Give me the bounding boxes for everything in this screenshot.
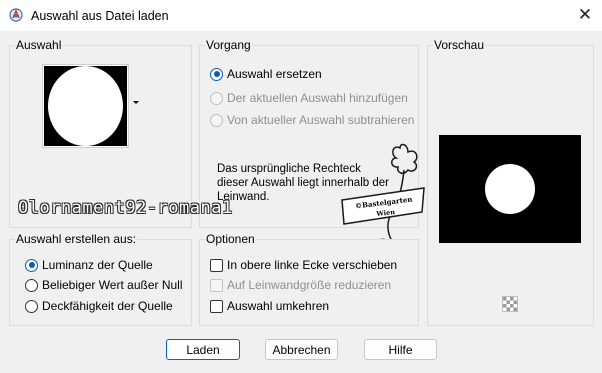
radio-label: Luminanz der Quelle	[42, 258, 153, 272]
checkbox-label: In obere linke Ecke verschieben	[227, 258, 398, 272]
radio-indicator[interactable]	[210, 67, 223, 81]
radio-auswahl-hinzufuegen[interactable]: Der aktuellen Auswahl hinzufügen	[210, 91, 408, 105]
radio-indicator[interactable]	[210, 113, 223, 127]
radio-luminanz[interactable]: Luminanz der Quelle	[25, 258, 153, 272]
checkbox-indicator[interactable]	[210, 299, 223, 313]
help-button[interactable]: Hilfe	[364, 339, 437, 360]
checkbox-label: Auswahl umkehren	[227, 299, 330, 313]
selection-shape	[48, 66, 123, 146]
vorschau-group-label: Vorschau	[433, 38, 486, 52]
radio-indicator[interactable]	[25, 258, 38, 272]
radio-auswahl-subtrahieren[interactable]: Von aktueller Auswahl subtrahieren	[210, 113, 414, 127]
radio-label: Von aktueller Auswahl subtrahieren	[227, 113, 415, 127]
auswahl-group-label: Auswahl	[15, 38, 63, 52]
vorgang-group-label: Vorgang	[205, 38, 252, 52]
load-button[interactable]: Laden	[166, 339, 240, 360]
cancel-button[interactable]: Abbrechen	[265, 339, 338, 360]
checkbox-label: Auf Leinwandgröße reduzieren	[227, 278, 392, 292]
watermark-text: 0lornament92-romana1	[18, 198, 233, 218]
title-bar: Auswahl aus Datei laden ✕	[0, 0, 602, 31]
radio-auswahl-ersetzen[interactable]: Auswahl ersetzen	[210, 67, 322, 81]
radio-label: Beliebiger Wert außer Null	[42, 278, 183, 292]
radio-beliebiger-wert[interactable]: Beliebiger Wert außer Null	[25, 278, 183, 292]
close-button[interactable]: ✕	[574, 4, 596, 26]
checkbox-indicator[interactable]	[210, 258, 223, 272]
thumbnail-dropdown-arrow-icon[interactable]	[133, 101, 139, 104]
radio-label: Der aktuellen Auswahl hinzufügen	[227, 91, 408, 105]
preview-canvas	[439, 135, 581, 243]
radio-indicator[interactable]	[210, 91, 223, 105]
radio-indicator[interactable]	[25, 278, 38, 292]
radio-label: Auswahl ersetzen	[227, 67, 322, 81]
radio-label: Deckfähigkeit der Quelle	[42, 299, 173, 313]
selection-thumbnail[interactable]	[42, 64, 129, 148]
optionen-group-label: Optionen	[205, 232, 256, 246]
radio-indicator[interactable]	[25, 299, 38, 313]
close-icon: ✕	[577, 5, 593, 24]
checkbox-indicator[interactable]	[210, 278, 223, 292]
checkbox-leinwandgroesse[interactable]: Auf Leinwandgröße reduzieren	[210, 278, 391, 292]
paintshop-app-icon	[9, 8, 23, 22]
window-title: Auswahl aus Datei laden	[31, 9, 169, 23]
preview-selection-shape	[485, 164, 535, 214]
checkbox-auswahl-umkehren[interactable]: Auswahl umkehren	[210, 299, 329, 313]
checkerboard-icon	[503, 297, 517, 311]
transparency-toggle-button[interactable]	[502, 296, 518, 312]
checkbox-obere-linke-ecke[interactable]: In obere linke Ecke verschieben	[210, 258, 397, 272]
radio-deckfaehigkeit[interactable]: Deckfähigkeit der Quelle	[25, 299, 173, 313]
erstellen-group-label: Auswahl erstellen aus:	[15, 232, 138, 246]
